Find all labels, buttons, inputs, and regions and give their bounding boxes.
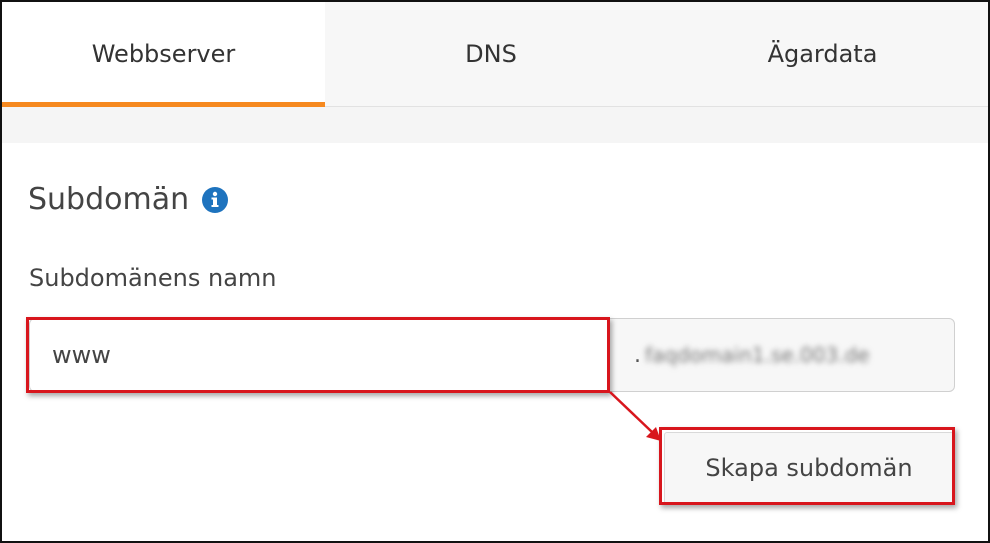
domain-suffix: . faqdomain1.se.003.de: [609, 318, 955, 392]
tab-bar: Webbserver DNS Ägardata: [2, 2, 988, 107]
create-subdomain-button[interactable]: Skapa subdomän: [664, 432, 954, 504]
subdomain-input-group: . faqdomain1.se.003.de: [29, 318, 955, 393]
tab-webbserver-label: Webbserver: [91, 40, 236, 68]
tab-agardata-label: Ägardata: [767, 40, 878, 68]
header-band: [2, 107, 988, 143]
dialog-frame: Webbserver DNS Ägardata Subdomän Subdomä…: [0, 0, 990, 543]
subdomain-name-label: Subdomänens namn: [29, 264, 277, 292]
section-header: Subdomän: [28, 182, 229, 217]
subdomain-input[interactable]: [29, 318, 609, 392]
tab-dns[interactable]: DNS: [325, 2, 657, 106]
tab-dns-label: DNS: [465, 40, 517, 68]
domain-suffix-dot: .: [634, 342, 641, 368]
tab-webbserver[interactable]: Webbserver: [2, 2, 325, 107]
tab-agardata[interactable]: Ägardata: [657, 2, 988, 106]
info-circle-icon[interactable]: [201, 186, 229, 214]
domain-suffix-text: faqdomain1.se.003.de: [645, 343, 870, 367]
section-title: Subdomän: [28, 182, 190, 217]
